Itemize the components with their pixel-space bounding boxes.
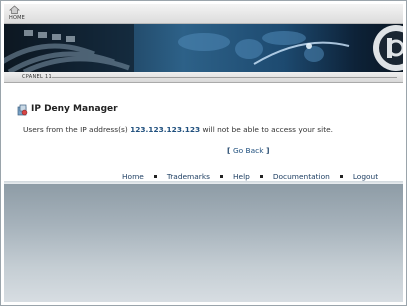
message-suffix: will not be able to access your site. [200, 125, 334, 134]
footer-link-help[interactable]: Help [233, 172, 250, 181]
footer-link-documentation[interactable]: Documentation [273, 172, 330, 181]
footer-link-trademarks[interactable]: Trademarks [167, 172, 210, 181]
home-link[interactable]: HOME [9, 15, 25, 21]
footer-link-logout[interactable]: Logout [353, 172, 378, 181]
go-back-link[interactable]: Go Back [233, 146, 264, 155]
separator-bullet [219, 174, 223, 178]
cpanel-version-bar: CPANEL 11 [4, 72, 403, 83]
ip-address: 123.123.123.123 [130, 125, 201, 134]
bracket-close: ] [263, 146, 270, 155]
separator-bullet [259, 174, 263, 178]
footer-navigation: Home Trademarks Help Documentation Logout [122, 172, 378, 181]
header-banner [4, 24, 403, 72]
home-icon[interactable] [9, 5, 20, 14]
page-title: IP Deny Manager [31, 104, 118, 114]
deny-message: Users from the IP address(s) 123.123.123… [23, 125, 333, 134]
page-background-gradient [4, 184, 403, 302]
cpanel-version-label: CPANEL 11 [22, 74, 52, 80]
separator-bullet [339, 174, 343, 178]
go-back-container: [ Go Back ] [227, 146, 269, 155]
top-navigation-bar: HOME [4, 4, 403, 24]
message-prefix: Users from the IP address(s) [23, 125, 131, 134]
separator-bullet [153, 174, 157, 178]
footer-link-home[interactable]: Home [122, 172, 144, 181]
divider [52, 77, 397, 78]
banner-artwork [4, 24, 403, 72]
ip-deny-icon [17, 104, 28, 116]
